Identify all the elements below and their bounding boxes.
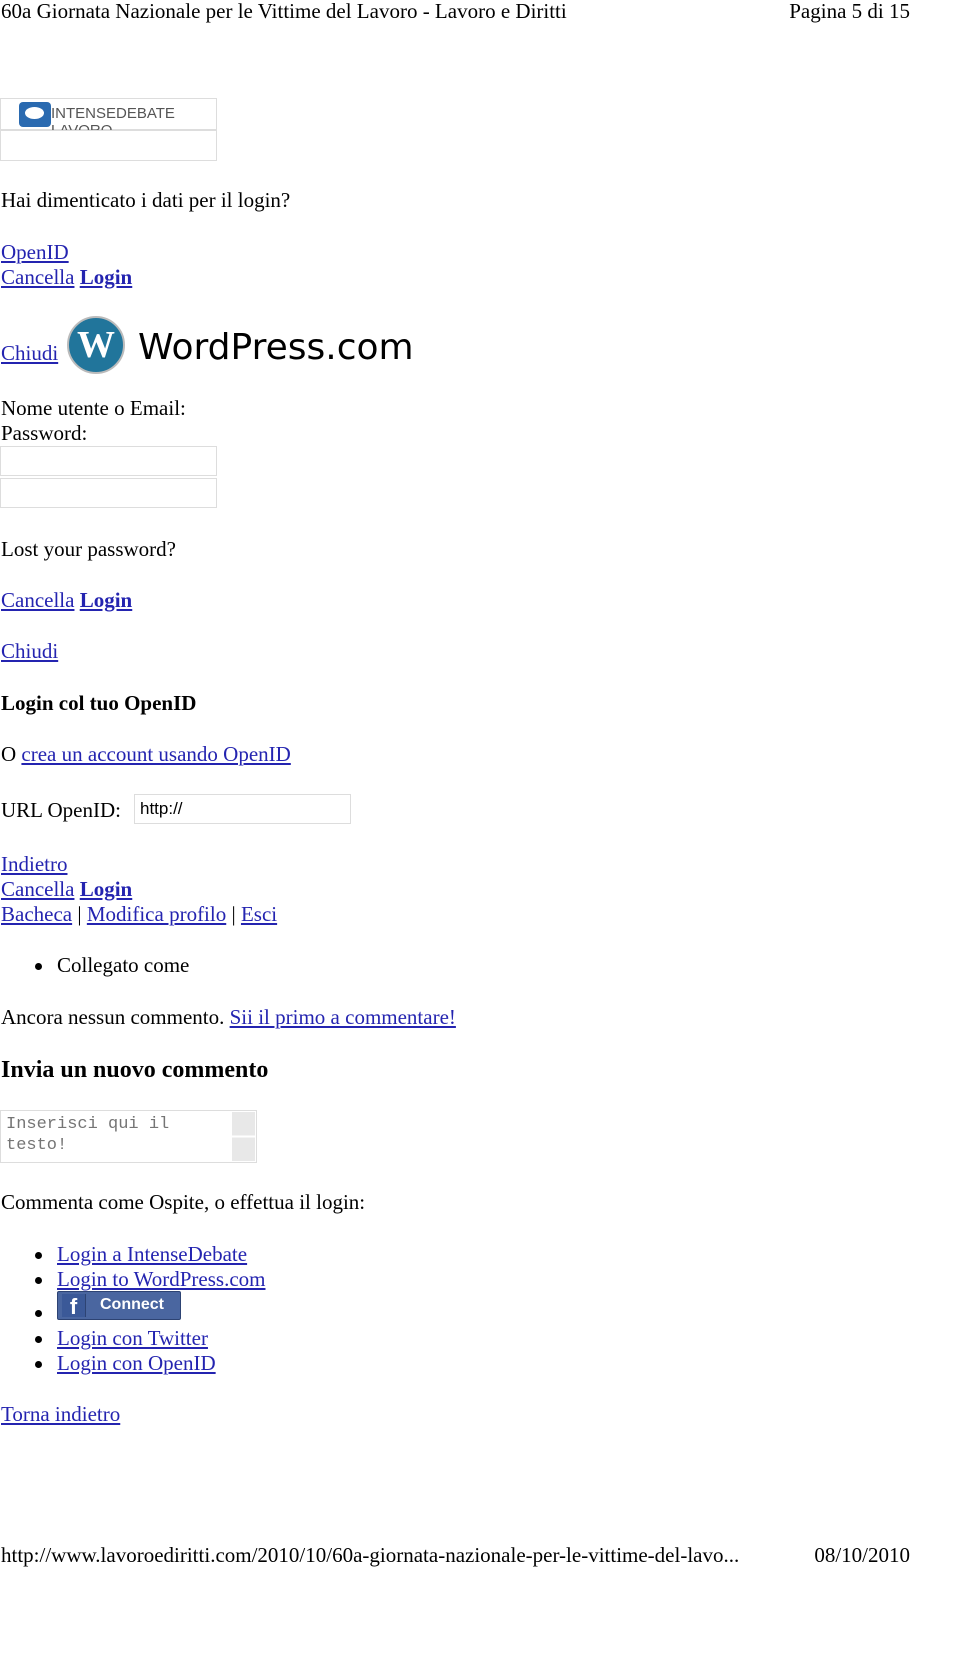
- comment-textarea-wrap: [0, 1110, 257, 1163]
- openid-title: Login col tuo OpenID: [1, 691, 197, 715]
- login-link[interactable]: Login: [80, 588, 133, 612]
- bullet: [35, 1277, 42, 1284]
- bullet: [35, 1361, 42, 1368]
- empty-box: [0, 130, 217, 161]
- intensedebate-logo-box: INTENSEDEBATE LAVORO: [0, 98, 217, 139]
- cancel-link[interactable]: Cancella: [1, 877, 74, 901]
- close-link[interactable]: Chiudi: [1, 639, 58, 663]
- login-link[interactable]: Login: [80, 265, 133, 289]
- bullet: [35, 963, 42, 970]
- login-twitter-link[interactable]: Login con Twitter: [57, 1326, 208, 1350]
- back-link[interactable]: Indietro: [1, 852, 67, 876]
- create-openid-account-link[interactable]: crea un account usando OpenID: [21, 742, 290, 766]
- openid-url-label: URL OpenID:: [1, 798, 121, 822]
- wordpress-logo-icon: W: [67, 316, 125, 374]
- password-input[interactable]: [0, 478, 217, 508]
- login-wordpress-link[interactable]: Login to WordPress.com: [57, 1267, 266, 1291]
- bullet: [35, 1252, 42, 1259]
- wordpress-logo-text: WordPress.com: [138, 327, 414, 368]
- no-comments-text: Ancora nessun commento.: [1, 1005, 225, 1029]
- first-comment-link[interactable]: Sii il primo a commentare!: [230, 1005, 456, 1029]
- login-link[interactable]: Login: [80, 877, 133, 901]
- logged-as-text: Collegato come: [57, 953, 190, 977]
- close-link[interactable]: Chiudi: [1, 341, 58, 365]
- comment-as-text: Commenta come Ospite, o effettua il logi…: [1, 1190, 366, 1214]
- speech-bubble-icon: [19, 102, 51, 127]
- dashboard-link[interactable]: Bacheca: [1, 902, 72, 926]
- cancel-link[interactable]: Cancella: [1, 265, 74, 289]
- openid-link[interactable]: OpenID: [1, 240, 69, 264]
- openid-url-input[interactable]: [134, 794, 351, 824]
- login-openid-link[interactable]: Login con OpenID: [57, 1351, 216, 1375]
- cancel-link[interactable]: Cancella: [1, 588, 74, 612]
- connect-label: Connect: [100, 1296, 164, 1313]
- footer-url: http://www.lavoroediritti.com/2010/10/60…: [1, 1543, 740, 1567]
- forgot-login-text: Hai dimenticato i dati per il login?: [1, 188, 291, 212]
- username-input[interactable]: [0, 446, 217, 476]
- header-title: 60a Giornata Nazionale per le Vittime de…: [1, 0, 567, 23]
- facebook-connect-button[interactable]: f Connect: [57, 1291, 181, 1320]
- edit-profile-link[interactable]: Modifica profilo: [87, 902, 226, 926]
- page-number: Pagina 5 di 15: [789, 0, 910, 23]
- bullet: [35, 1336, 42, 1343]
- username-label: Nome utente o Email:: [1, 396, 186, 420]
- password-label: Password:: [1, 421, 88, 445]
- facebook-icon: f: [62, 1294, 86, 1319]
- lost-password-text: Lost your password?: [1, 537, 176, 561]
- login-intensedebate-link[interactable]: Login a IntenseDebate: [57, 1242, 247, 1266]
- comment-textarea[interactable]: [1, 1111, 229, 1162]
- go-back-link[interactable]: Torna indietro: [1, 1402, 120, 1426]
- scrollbar[interactable]: [232, 1112, 255, 1161]
- logout-link[interactable]: Esci: [241, 902, 277, 926]
- new-comment-title: Invia un nuovo commento: [1, 1057, 269, 1083]
- footer-date: 08/10/2010: [814, 1543, 910, 1567]
- bullet: [35, 1310, 42, 1317]
- or-text: O: [1, 742, 17, 766]
